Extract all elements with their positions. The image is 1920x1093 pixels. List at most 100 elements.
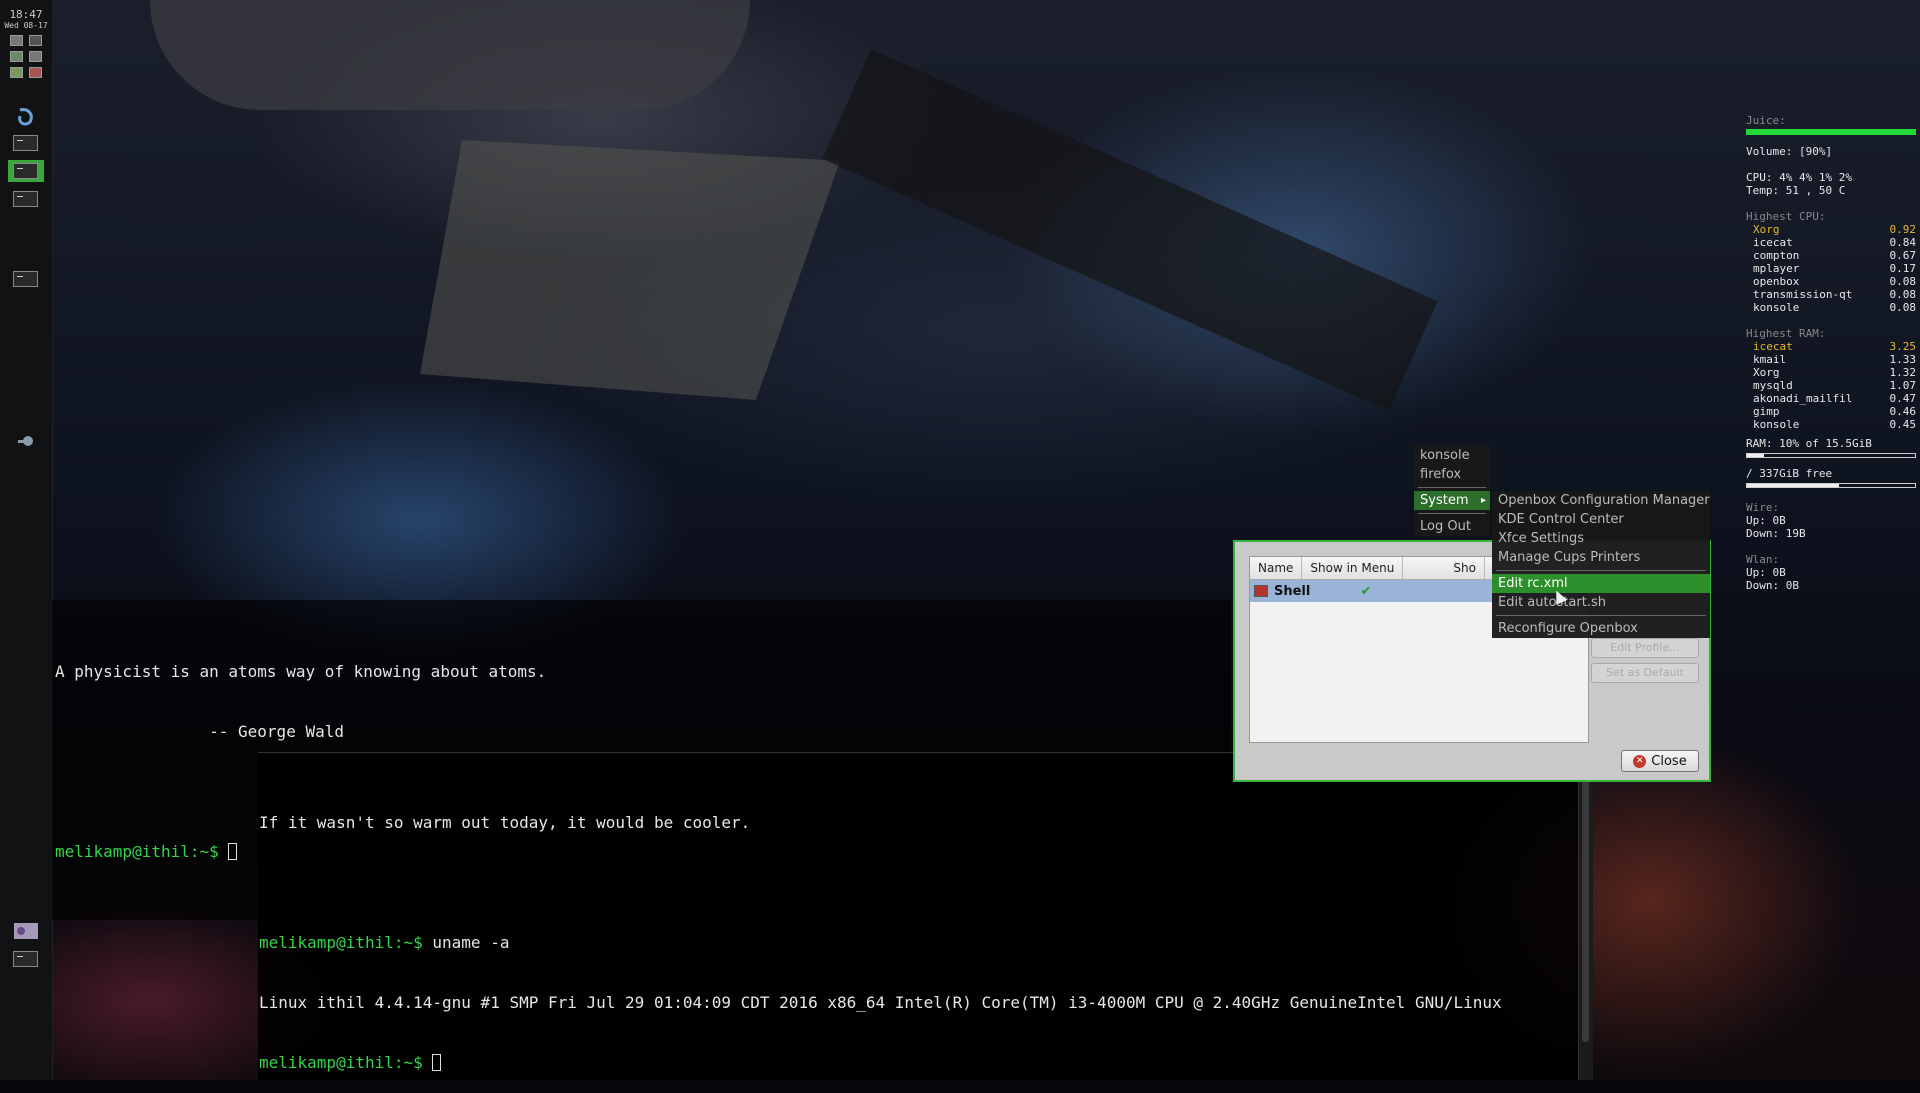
- taskbar-terminal-2[interactable]: [8, 160, 44, 182]
- shell-command: uname -a: [432, 933, 510, 952]
- highest-cpu-label: Highest CPU:: [1746, 210, 1826, 223]
- process-value: 0.92: [1889, 223, 1917, 236]
- terminal-icon: [13, 163, 38, 179]
- process-row: akonadi_mailfil 0.47: [1746, 392, 1916, 405]
- wlan-label: Wlan:: [1746, 553, 1780, 566]
- volume-icon[interactable]: [29, 35, 42, 46]
- menu-item-system[interactable]: System: [1414, 491, 1490, 510]
- mail-icon[interactable]: [29, 67, 42, 78]
- process-name: icecat: [1753, 236, 1793, 249]
- taskbar-terminal-5[interactable]: [8, 948, 44, 970]
- image-viewer-icon: [14, 923, 38, 939]
- process-row: konsole 0.08: [1746, 301, 1916, 314]
- text-cursor: [228, 843, 238, 860]
- close-button[interactable]: ✕ Close: [1621, 750, 1699, 772]
- menu-item-edit-autostart[interactable]: Edit autostart.sh: [1492, 593, 1710, 612]
- process-value: 0.67: [1889, 249, 1917, 262]
- terminal-output-line: A physicist is an atoms way of knowing a…: [55, 662, 547, 681]
- wallpaper-panel-shape: [420, 140, 840, 400]
- tray-row-3: [0, 67, 52, 78]
- disk-bar: [1746, 483, 1916, 488]
- column-header-shortcut[interactable]: Sho: [1403, 557, 1485, 579]
- menu-item-firefox[interactable]: firefox: [1414, 465, 1490, 484]
- scrollbar-thumb[interactable]: [1582, 772, 1589, 1042]
- wire-down: Down: 19B: [1746, 527, 1806, 540]
- menu-item-log-out[interactable]: Log Out: [1414, 517, 1490, 536]
- process-row: Xorg 0.92: [1746, 223, 1916, 236]
- process-name: konsole: [1753, 301, 1800, 314]
- profile-buttons: Edit Profile... Set as Default: [1591, 638, 1699, 688]
- process-name: konsole: [1753, 418, 1800, 431]
- wallpaper-station-shape: [150, 0, 750, 110]
- process-value: 3.25: [1889, 340, 1917, 353]
- process-name: openbox: [1753, 275, 1800, 288]
- wallpaper-truss-shape: [822, 49, 1438, 411]
- wlan-down: Down: 0B: [1746, 579, 1799, 592]
- taskbar-app-launcher[interactable]: [8, 106, 44, 128]
- menu-item-openbox-config[interactable]: Openbox Configuration Manager: [1492, 491, 1710, 510]
- tool-icon: [18, 436, 33, 446]
- system-submenu[interactable]: Openbox Configuration Manager KDE Contro…: [1492, 491, 1710, 638]
- clock-date: Wed 08-17: [4, 21, 48, 30]
- menu-item-cups-printers[interactable]: Manage Cups Printers: [1492, 548, 1710, 567]
- process-name: kmail: [1753, 353, 1787, 366]
- process-row: openbox 0.08: [1746, 275, 1916, 288]
- text-cursor: [432, 1054, 442, 1071]
- show-in-menu-check-icon[interactable]: ✔: [1316, 584, 1416, 599]
- process-row: Xorg 1.32: [1746, 366, 1916, 379]
- tray-row-2: [0, 51, 52, 62]
- menu-item-xfce-settings[interactable]: Xfce Settings: [1492, 529, 1710, 548]
- menu-separator: [1418, 513, 1486, 514]
- process-row: mplayer 0.17: [1746, 262, 1916, 275]
- juice-bar-fill: [1746, 129, 1916, 135]
- menu-item-konsole[interactable]: konsole: [1414, 446, 1490, 465]
- set-default-button[interactable]: Set as Default: [1591, 663, 1699, 683]
- menu-item-edit-rc-xml[interactable]: Edit rc.xml: [1492, 574, 1710, 593]
- chat-icon[interactable]: [10, 67, 23, 78]
- taskbar-terminal-3[interactable]: [8, 188, 44, 210]
- disk-readout: / 337GiB free: [1746, 467, 1833, 480]
- taskbar-terminal-4[interactable]: [8, 268, 44, 290]
- terminal-icon: [13, 191, 38, 207]
- clock-time: 18:47: [9, 8, 43, 21]
- terminal-icon: [13, 135, 38, 151]
- highest-ram-list: icecat 3.25 kmail 1.33 Xorg 1.32 mysqld 1.07 ako…: [1746, 340, 1916, 431]
- column-header-name[interactable]: Name: [1250, 557, 1303, 579]
- process-value: 0.46: [1889, 405, 1917, 418]
- process-row: kmail 1.33: [1746, 353, 1916, 366]
- process-value: 0.08: [1889, 275, 1917, 288]
- taskbar-terminal-1[interactable]: [8, 132, 44, 154]
- openbox-root-menu[interactable]: konsole firefox System Log Out: [1414, 446, 1490, 536]
- edit-profile-button[interactable]: Edit Profile...: [1591, 638, 1699, 658]
- terminal-icon: [13, 271, 38, 287]
- network-icon[interactable]: [10, 51, 23, 62]
- terminal-command-line: melikamp@ithil:~$ uname -a: [258, 933, 1580, 953]
- terminal-window-2[interactable]: If it wasn't so warm out today, it would…: [258, 752, 1580, 1080]
- shell-prompt: melikamp@ithil:~$: [259, 1053, 433, 1072]
- shell-prompt: melikamp@ithil:~$: [259, 933, 433, 952]
- process-name: gimp: [1753, 405, 1780, 418]
- terminal-output-line: Linux ithil 4.4.14-gnu #1 SMP Fri Jul 29…: [259, 993, 1502, 1012]
- process-value: 1.33: [1889, 353, 1917, 366]
- process-value: 0.84: [1889, 236, 1917, 249]
- terminal-scrollbar[interactable]: [1578, 752, 1593, 1080]
- juice-label: Juice:: [1746, 114, 1786, 127]
- ram-bar: [1746, 453, 1916, 458]
- menu-item-kde-control-center[interactable]: KDE Control Center: [1492, 510, 1710, 529]
- process-name: compton: [1753, 249, 1800, 262]
- process-name: Xorg: [1753, 223, 1780, 236]
- clock[interactable]: 18:47 Wed 08-17: [0, 0, 52, 30]
- profile-name: Shell: [1274, 583, 1311, 599]
- column-header-show-in-menu[interactable]: Show in Menu: [1302, 557, 1404, 579]
- terminal-output-line: -- George Wald: [55, 722, 344, 741]
- menu-item-reconfigure-openbox[interactable]: Reconfigure Openbox: [1492, 619, 1710, 638]
- battery-icon[interactable]: [10, 35, 23, 46]
- menu-separator: [1496, 570, 1706, 571]
- menu-separator: [1418, 487, 1486, 488]
- taskbar-tool[interactable]: [8, 430, 44, 452]
- taskbar-image-app[interactable]: [8, 920, 44, 942]
- process-row: gimp 0.46: [1746, 405, 1916, 418]
- process-value: 0.08: [1889, 288, 1917, 301]
- windows-icon[interactable]: [29, 51, 42, 62]
- wlan-up: Up: 0B: [1746, 566, 1786, 579]
